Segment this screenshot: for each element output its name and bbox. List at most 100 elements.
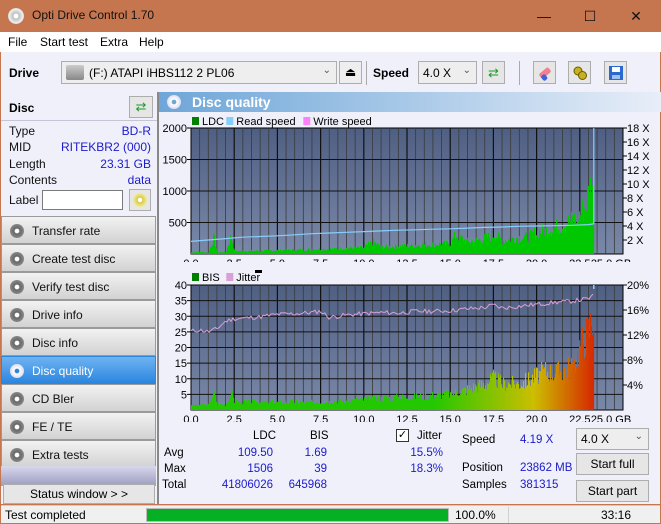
ldc-bar [269, 250, 271, 254]
speed-select[interactable]: 4.0 X ⌄ [418, 61, 477, 84]
minimize-button[interactable]: — [521, 0, 567, 32]
y-tick-label: 2000 [163, 123, 187, 135]
nav-disc-info[interactable]: Disc info [1, 328, 156, 356]
ldc-bar [496, 237, 498, 254]
ldc-bar [338, 249, 340, 254]
bis-bar [296, 400, 298, 410]
ldc-bar [249, 250, 251, 254]
bis-bar [462, 388, 464, 410]
bis-bar [475, 384, 477, 410]
nav-transfer-rate[interactable]: Transfer rate [1, 216, 156, 244]
ldc-bar [547, 237, 549, 254]
bis-bar [345, 398, 347, 410]
ldc-bar [578, 221, 580, 254]
ldc-bar [542, 224, 544, 254]
jitter-checkbox[interactable]: ✓ [396, 429, 409, 442]
menu-extra[interactable]: Extra [100, 35, 128, 49]
ldc-bar [493, 237, 495, 254]
drive-select[interactable]: (F:) ATAPI iHBS112 2 PL06 ⌄ [61, 61, 337, 84]
ldc-bar [446, 240, 448, 254]
ldc-bar [359, 248, 361, 254]
disc-info-value: data [127, 173, 151, 187]
bis-bar [243, 404, 245, 410]
ldc-bar [443, 241, 445, 254]
disc-info-icon [10, 336, 24, 350]
ldc-bar [315, 250, 317, 254]
bis-bar [271, 401, 273, 410]
nav-extra-tests[interactable]: Extra tests [1, 440, 156, 468]
stats-avg-bis: 1.69 [304, 447, 327, 459]
ldc-bar [419, 245, 421, 254]
stats-max-ldc: 1506 [247, 463, 273, 475]
disc-info-row: Length 23.31 GB [9, 157, 151, 173]
eject-button[interactable]: ⏏ [339, 61, 362, 84]
settings-button[interactable] [568, 61, 591, 84]
disc-label-apply-button[interactable] [129, 189, 151, 211]
nav-drive-info[interactable]: Drive info [1, 300, 156, 328]
maximize-button[interactable]: ☐ [567, 0, 613, 32]
cd-icon [133, 193, 147, 207]
refresh-drive-button[interactable]: ⇄ [482, 61, 505, 84]
nav-fe-te[interactable]: FE / TE [1, 412, 156, 440]
bis-bar [216, 401, 218, 410]
ldc-bar [241, 250, 243, 254]
ldc-bar [276, 250, 278, 254]
ldc-bar [506, 241, 508, 254]
status-window-button[interactable]: Status window > > [3, 484, 155, 504]
bis-bar [588, 319, 590, 410]
ldc-bar [562, 228, 564, 254]
ldc-bar [368, 241, 370, 254]
test-speed-select[interactable]: 4.0 X ⌄ [576, 428, 649, 450]
bis-bar [567, 365, 569, 410]
menu-start-test[interactable]: Start test [40, 35, 88, 49]
menu-help[interactable]: Help [139, 35, 164, 49]
save-button[interactable] [604, 61, 627, 84]
erase-button[interactable] [533, 61, 556, 84]
nav-cd-bler[interactable]: CD Bler [1, 384, 156, 412]
bis-bar [287, 402, 289, 410]
left-panel: Disc ⇄ Type BD-R MID RITEKBR2 (000) Leng… [1, 92, 157, 504]
ldc-bar [447, 241, 449, 254]
ldc-bar [413, 247, 415, 254]
x-tick-label: 22.5 [569, 258, 590, 262]
ldc-bar [360, 245, 362, 254]
ldc-bar [280, 249, 282, 254]
nav-create-test-disc[interactable]: Create test disc [1, 244, 156, 272]
disc-quality-icon [10, 364, 24, 378]
disc-info-key: MID [9, 140, 31, 154]
start-full-button[interactable]: Start full [576, 453, 649, 475]
ldc-bar [414, 247, 416, 254]
bis-bar [571, 357, 573, 410]
ldc-bar [459, 232, 461, 254]
ldc-bar [365, 245, 367, 254]
disc-label-input[interactable] [42, 190, 123, 210]
ldc-bar [464, 239, 466, 254]
ldc-bar [391, 248, 393, 254]
ldc-bar [330, 248, 332, 254]
refresh-disc-button[interactable]: ⇄ [129, 96, 153, 118]
ldc-bar [235, 251, 237, 254]
bis-bar [584, 358, 586, 410]
bis-bar [209, 401, 211, 410]
ldc-bar [194, 252, 196, 254]
nav-verify-test-disc[interactable]: Verify test disc [1, 272, 156, 300]
x-tick-label: 22.5 [569, 414, 590, 422]
bis-bar [191, 405, 193, 410]
ldc-bar [294, 250, 296, 254]
bis-bar [593, 330, 595, 410]
start-part-button[interactable]: Start part [576, 480, 649, 502]
ldc-bar [481, 243, 483, 254]
bis-bar [290, 400, 292, 410]
ldc-bar [323, 248, 325, 254]
bis-bar [545, 362, 547, 410]
close-button[interactable]: ✕ [613, 0, 659, 32]
menu-file[interactable]: File [8, 35, 27, 49]
ldc-bar [353, 249, 355, 254]
ldc-bar [487, 237, 489, 254]
ldc-bar [219, 252, 221, 254]
nav-disc-quality[interactable]: Disc quality [1, 356, 156, 384]
bis-bar [195, 404, 197, 410]
ldc-bar [591, 203, 593, 254]
app-disc-icon [8, 8, 24, 24]
ldc-bar [349, 248, 351, 254]
